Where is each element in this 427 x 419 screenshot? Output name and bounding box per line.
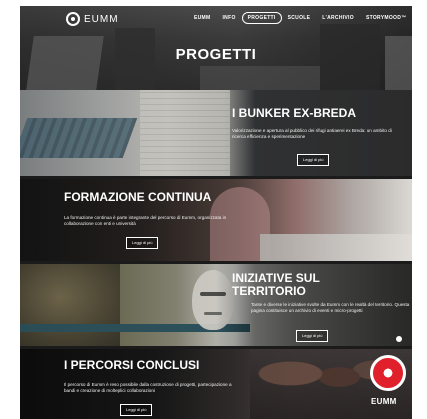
page-header: EUMM EUMM INFO PROGETTI SCUOLE L'ARCHIVI…	[20, 6, 412, 90]
logo-icon	[66, 12, 80, 26]
scroll-indicator-dot[interactable]	[396, 336, 402, 342]
read-more-button[interactable]: Leggi di più	[126, 237, 159, 249]
card-background-photo	[140, 90, 230, 176]
nav-item-storymood[interactable]: STORYMOOD™	[360, 12, 412, 24]
card-description: Il percorso di Eumm è reso possibile dal…	[64, 382, 232, 394]
header-background-photo	[26, 36, 104, 90]
card-background-photo	[20, 118, 138, 158]
nav-item-progetti[interactable]: PROGETTI	[241, 12, 282, 24]
project-card-percorsi[interactable]: I PERCORSI CONCLUSI Il percorso di Eumm …	[20, 349, 412, 419]
logo-text: EUMM	[84, 13, 119, 25]
screenshot-frame: EUMM EUMM INFO PROGETTI SCUOLE L'ARCHIVI…	[20, 6, 412, 419]
header-background-photo	[385, 36, 412, 90]
card-description: La formazione continua è parte integrant…	[64, 215, 227, 227]
nav-item-archivio[interactable]: L'ARCHIVIO	[316, 12, 360, 24]
card-description: Tante e diverse le iniziative svolte da …	[251, 302, 410, 314]
site-logo[interactable]: EUMM	[66, 12, 119, 26]
read-more-button[interactable]: Leggi di più	[120, 404, 153, 416]
page-title: PROGETTI	[175, 46, 257, 63]
nav-item-eumm[interactable]: EUMM	[188, 12, 216, 24]
nav-item-scuole[interactable]: SCUOLE	[282, 12, 317, 24]
card-title: FORMAZIONE CONTINUA	[64, 190, 212, 204]
badge-label: EUMM	[371, 397, 397, 406]
nav-item-info[interactable]: INFO	[216, 12, 241, 24]
project-card-bunker[interactable]: I BUNKER EX-BREDA Valorizzazione e apert…	[20, 90, 412, 176]
project-card-formazione[interactable]: FORMAZIONE CONTINUA La formazione contin…	[20, 179, 412, 261]
card-title: I BUNKER EX-BREDA	[232, 106, 357, 120]
eumm-badge-icon[interactable]	[370, 355, 406, 391]
project-card-iniziative[interactable]: INIZIATIVE SUL TERRITORIO Tante e divers…	[20, 264, 412, 346]
header-background-photo	[200, 66, 320, 90]
card-title: I PERCORSI CONCLUSI	[64, 358, 200, 372]
card-description: Valorizzazione e apertura al pubblico de…	[232, 128, 392, 140]
read-more-button[interactable]: Leggi di più	[296, 330, 329, 342]
card-title: INIZIATIVE SUL TERRITORIO	[232, 271, 320, 298]
read-more-button[interactable]: Leggi di più	[297, 154, 330, 166]
page-root: EUMM EUMM INFO PROGETTI SCUOLE L'ARCHIVI…	[0, 0, 427, 419]
main-nav: EUMM INFO PROGETTI SCUOLE L'ARCHIVIO STO…	[188, 12, 412, 24]
